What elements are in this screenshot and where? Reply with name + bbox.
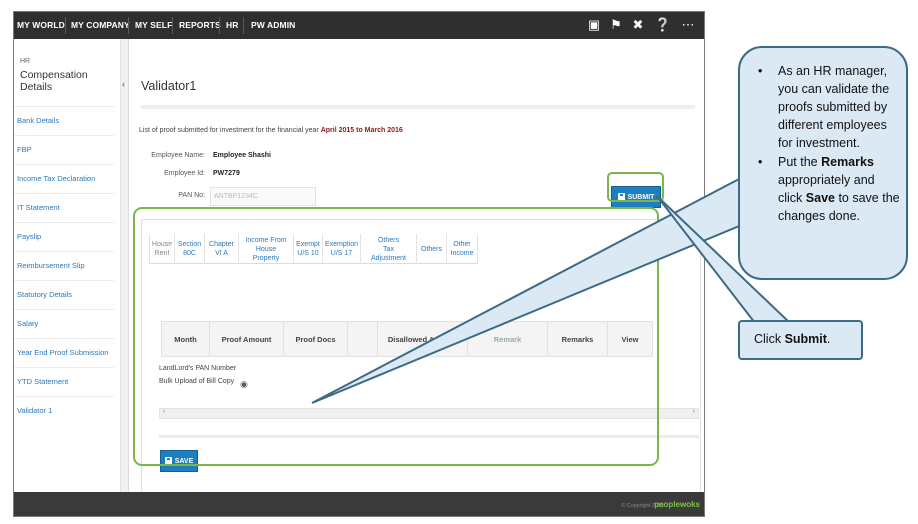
pan-field[interactable]: ANTBP1234C <box>210 187 316 206</box>
page-title: Validator1 <box>141 79 197 93</box>
annotation-highlight-tab-panel <box>133 207 659 466</box>
tools-icon[interactable]: ✖ <box>629 16 647 34</box>
nav-divider <box>65 17 66 34</box>
scroll-right-icon[interactable]: › <box>693 408 695 415</box>
sidebar-item-salary[interactable]: Salary <box>14 309 114 338</box>
nav-divider <box>219 17 220 34</box>
financial-year: April 2015 to March 2016 <box>320 127 403 134</box>
sidebar-item-reimbursement-slip[interactable]: Reimbursement Slip <box>14 251 114 280</box>
sidebar-item-statutory-details[interactable]: Statutory Details <box>14 280 114 309</box>
annotation-highlight-submit <box>607 172 664 202</box>
footer: © Copyright 2015 peoplewoks <box>14 492 704 516</box>
top-nav-bar: MY WORLD MY COMPANY MY SELF REPORTS HR P… <box>14 12 704 39</box>
sidebar: HR Compensation Details Bank Details FBP… <box>14 39 121 492</box>
callout-submit-text: Click Submit. <box>754 332 831 346</box>
nav-pw-admin[interactable]: PW ADMIN <box>251 12 295 39</box>
book-icon[interactable]: ▣ <box>585 16 603 34</box>
nav-my-company[interactable]: MY COMPANY <box>71 12 130 39</box>
sidebar-title: Compensation Details <box>20 69 88 93</box>
nav-hr[interactable]: HR <box>226 12 238 39</box>
sidebar-item-validator-1[interactable]: Validator 1 <box>14 396 114 425</box>
chevron-left-icon: ‹ <box>122 79 125 89</box>
nav-divider <box>128 17 129 34</box>
flag-icon[interactable]: ⚑ <box>607 16 625 34</box>
employee-name-value: Employee Shashi <box>213 152 271 159</box>
sidebar-item-payslip[interactable]: Payslip <box>14 222 114 251</box>
proof-list-caption-text: List of proof submitted for investment f… <box>139 127 321 134</box>
sidebar-collapse-handle[interactable]: ‹ <box>121 39 129 492</box>
proof-list-caption: List of proof submitted for investment f… <box>139 127 403 134</box>
nav-divider <box>243 17 244 34</box>
callout-item: Put the Remarks appropriately and click … <box>758 153 902 225</box>
brand-logo: peoplewoks <box>654 500 700 509</box>
nav-divider <box>172 17 173 34</box>
sidebar-item-fbp[interactable]: FBP <box>14 135 114 164</box>
title-divider <box>141 105 695 109</box>
employee-name-label: Employee Name: <box>151 152 205 159</box>
callout-list: As an HR manager, you can validate the p… <box>758 62 902 226</box>
nav-my-self[interactable]: MY SELF <box>135 12 172 39</box>
callout-instructions: As an HR manager, you can validate the p… <box>738 46 908 280</box>
sidebar-item-ytd-statement[interactable]: YTD Statement <box>14 367 114 396</box>
pan-label: PAN No: <box>178 192 205 199</box>
sidebar-section-label: HR <box>20 58 31 65</box>
employee-id-value: PW7279 <box>213 170 240 177</box>
nav-reports[interactable]: REPORTS <box>179 12 221 39</box>
callout-submit: Click Submit. <box>738 320 863 360</box>
sidebar-item-year-end-proof-submission[interactable]: Year End Proof Submission <box>14 338 114 367</box>
sidebar-item-it-statement[interactable]: IT Statement <box>14 193 114 222</box>
share-icon[interactable]: ⋯ <box>679 16 697 34</box>
callout-item: As an HR manager, you can validate the p… <box>758 62 902 152</box>
nav-my-world[interactable]: MY WORLD <box>17 12 65 39</box>
sidebar-item-bank-details[interactable]: Bank Details <box>14 106 114 135</box>
employee-id-label: Employee Id: <box>164 170 205 177</box>
help-icon[interactable]: ❔ <box>654 16 672 34</box>
sidebar-item-income-tax-declaration[interactable]: Income Tax Declaration <box>14 164 114 193</box>
